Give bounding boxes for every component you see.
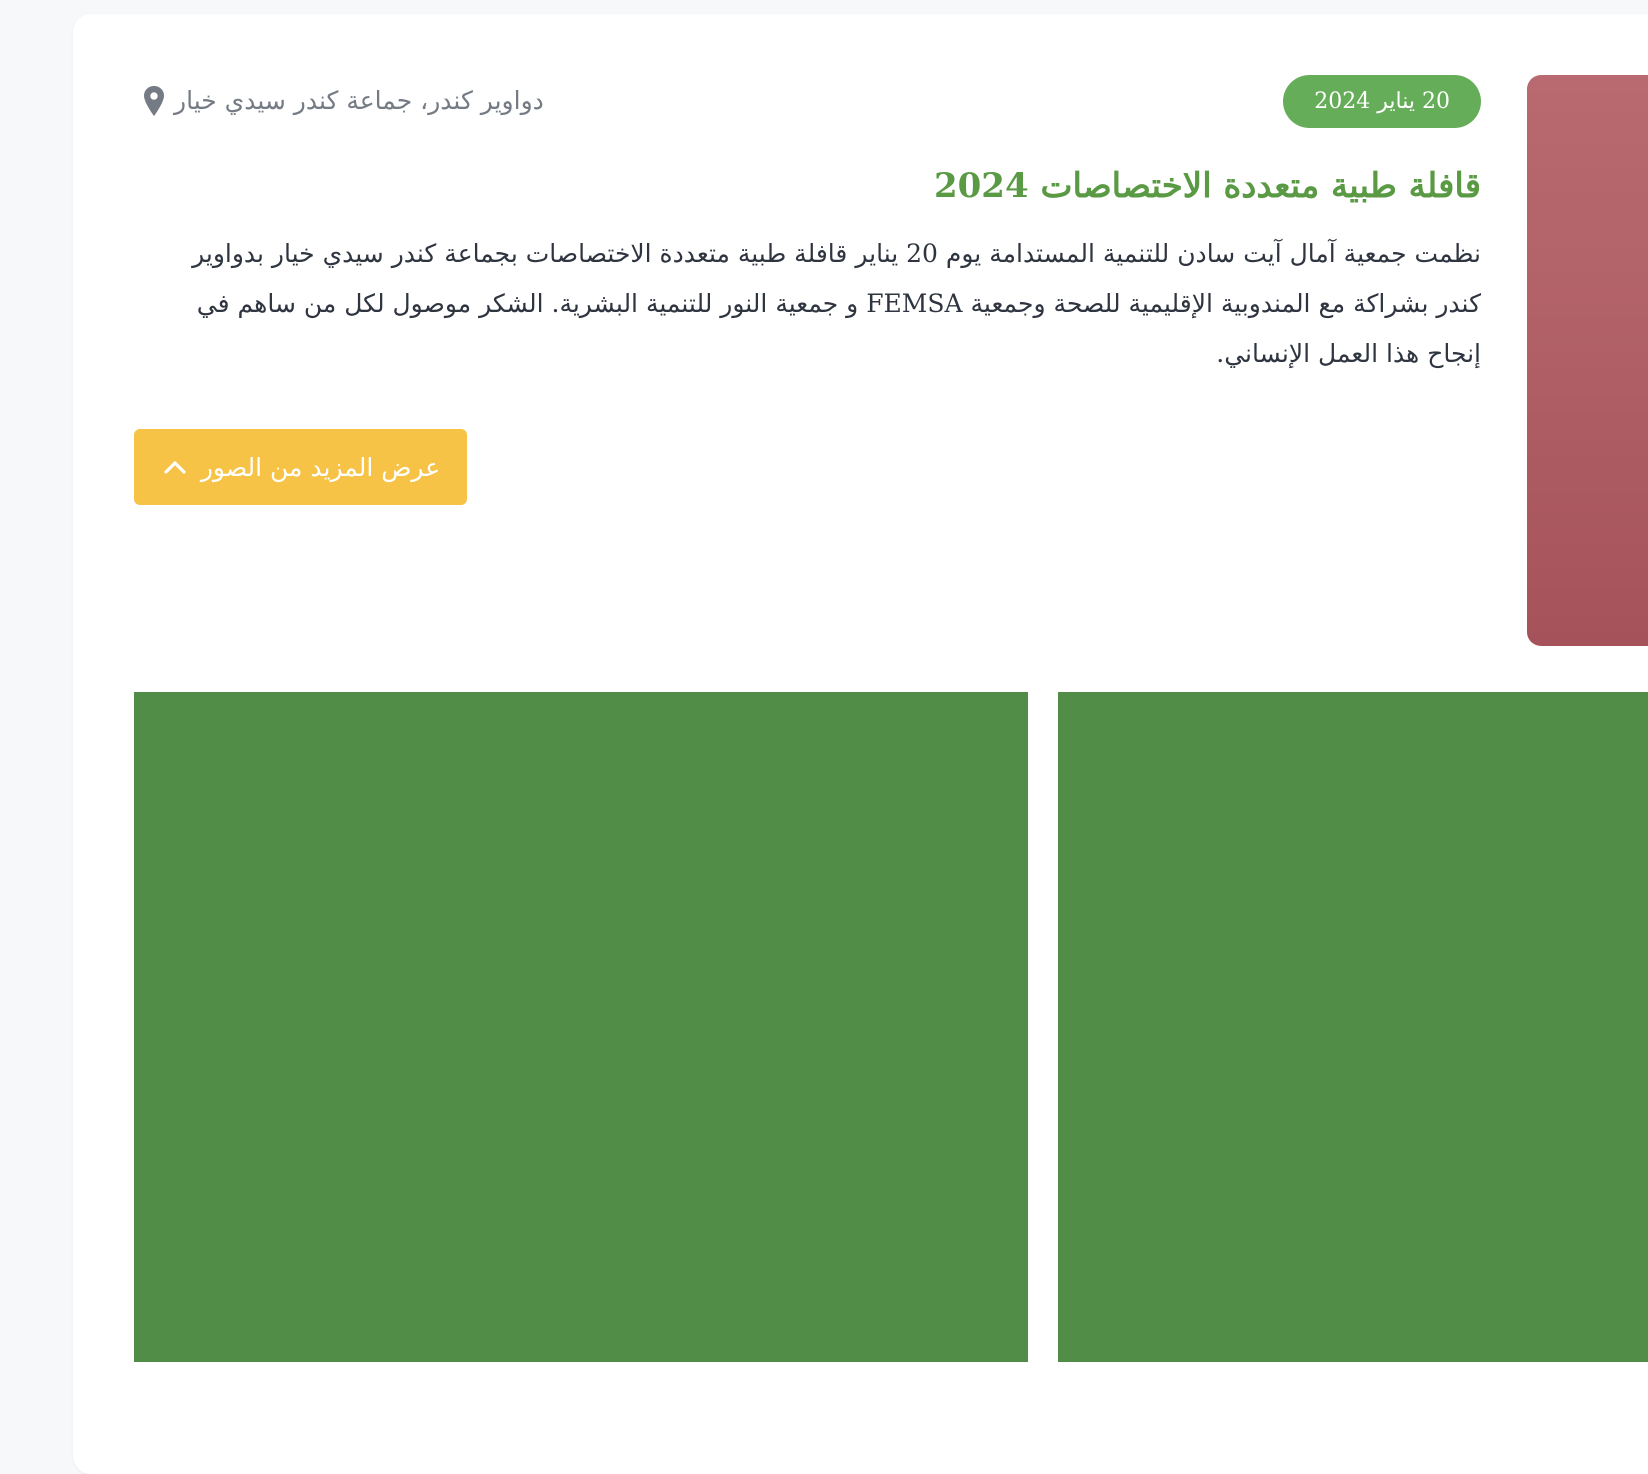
gallery-image[interactable] bbox=[134, 692, 1028, 1362]
more-photos-label: عرض المزيد من الصور bbox=[200, 452, 441, 482]
event-side-image[interactable] bbox=[1527, 75, 1648, 646]
more-photos-button[interactable]: عرض المزيد من الصور bbox=[134, 429, 467, 505]
event-location: دواوير كندر، جماعة كندر سيدي خيار bbox=[142, 81, 544, 121]
event-meta-row: 20 يناير 2024 دواوير كندر، جماعة كندر سي… bbox=[134, 75, 1481, 129]
event-location-text: دواوير كندر، جماعة كندر سيدي خيار bbox=[174, 86, 544, 115]
map-pin-icon bbox=[144, 86, 164, 116]
chevron-up-icon bbox=[164, 461, 186, 474]
event-content: 20 يناير 2024 دواوير كندر، جماعة كندر سي… bbox=[134, 75, 1481, 505]
event-title: قافلة طبية متعددة الاختصاصات 2024 bbox=[933, 166, 1481, 206]
event-description: نظمت جمعية آمال آيت سادن للتنمية المستدا… bbox=[192, 239, 1481, 368]
event-date-badge: 20 يناير 2024 bbox=[1283, 75, 1481, 128]
gallery-image[interactable] bbox=[1058, 692, 1648, 1362]
